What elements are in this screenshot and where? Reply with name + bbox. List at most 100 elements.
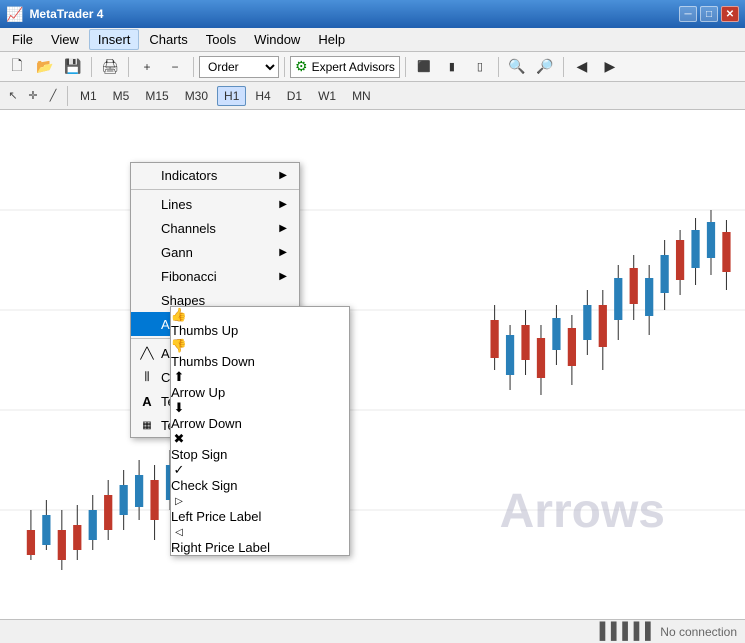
sep4 xyxy=(284,57,285,77)
tf-m15[interactable]: M15 xyxy=(138,86,175,106)
scroll-left-btn[interactable]: ◀ xyxy=(569,55,595,79)
zoom-chart-in[interactable]: 🔍 xyxy=(504,55,530,79)
gann-label: Gann xyxy=(161,245,193,260)
stop-sign-icon: ✖ xyxy=(171,431,187,447)
menu-lines[interactable]: Lines ▶ xyxy=(131,192,299,216)
app-icon: 📈 xyxy=(6,6,23,23)
gann-arrow: ▶ xyxy=(279,247,287,258)
left-price-icon: ▷ xyxy=(171,493,187,509)
text-icon: A xyxy=(139,393,155,409)
tf-w1[interactable]: W1 xyxy=(311,86,343,106)
tf-m30[interactable]: M30 xyxy=(178,86,215,106)
check-sign-icon: ✓ xyxy=(171,462,187,478)
submenu-arrow-down[interactable]: ⬇ Arrow Down xyxy=(171,400,349,431)
print-btn[interactable]: 🖨 xyxy=(97,55,123,79)
menu-channels[interactable]: Channels ▶ xyxy=(131,216,299,240)
submenu-check-sign[interactable]: ✓ Check Sign xyxy=(171,462,349,493)
menu-insert[interactable]: Insert xyxy=(89,29,140,50)
status-bar: ▌▌▌▌▌ No connection xyxy=(0,619,745,643)
indicators-label: Indicators xyxy=(161,168,217,183)
crosshair-tool[interactable]: ✛ xyxy=(24,87,42,105)
title-bar-controls[interactable]: ─ □ ✕ xyxy=(679,6,739,22)
fibonacci-icon xyxy=(139,268,155,284)
sep6 xyxy=(498,57,499,77)
cycle-lines-icon: ⫼ xyxy=(139,369,155,385)
sep5 xyxy=(405,57,406,77)
title-bar: 📈 MetaTrader 4 ─ □ ✕ xyxy=(0,0,745,28)
shapes-icon xyxy=(139,292,155,308)
maximize-button[interactable]: □ xyxy=(700,6,718,22)
lines-label: Lines xyxy=(161,197,192,212)
menu-help[interactable]: Help xyxy=(310,30,353,49)
menu-indicators[interactable]: Indicators ▶ xyxy=(131,163,299,187)
arrow-up-label: Arrow Up xyxy=(171,385,225,400)
pitchfork-icon: ╱╲ xyxy=(139,345,155,361)
arrow-tool[interactable]: ↖ xyxy=(4,87,22,105)
main-area: Arrows Indicators ▶ Lines ▶ Cha xyxy=(0,110,745,619)
submenu-right-price-label[interactable]: ◁ Right Price Label xyxy=(171,524,349,555)
app-title: MetaTrader 4 xyxy=(29,7,103,21)
zoom-out-btn[interactable]: − xyxy=(162,55,188,79)
chart-bar-btn[interactable]: ⬛ xyxy=(411,55,437,79)
sep7 xyxy=(563,57,564,77)
order-type[interactable]: Order xyxy=(199,56,279,78)
chart-candle-btn[interactable]: ▮ xyxy=(439,55,465,79)
new-btn[interactable]: 🗋 xyxy=(4,55,30,79)
text-label-icon: ▦ xyxy=(139,417,155,433)
no-connection: ▌▌▌▌▌ No connection xyxy=(600,623,737,641)
menu-file[interactable]: File xyxy=(4,30,41,49)
indicators-icon xyxy=(139,167,155,183)
thumbs-up-label: Thumbs Up xyxy=(171,323,238,338)
menu-charts[interactable]: Charts xyxy=(141,30,195,49)
close-button[interactable]: ✕ xyxy=(721,6,739,22)
ea-label: Expert Advisors xyxy=(312,60,395,74)
tf-m5[interactable]: M5 xyxy=(106,86,137,106)
bars-icon: ▌▌▌▌▌ xyxy=(600,623,657,641)
chart-line-btn[interactable]: ▯ xyxy=(467,55,493,79)
menu-bar: File View Insert Charts Tools Window Hel… xyxy=(0,28,745,52)
stop-sign-label: Stop Sign xyxy=(171,447,227,462)
menu-tools[interactable]: Tools xyxy=(198,30,244,49)
menu-gann[interactable]: Gann ▶ xyxy=(131,240,299,264)
channels-label: Channels xyxy=(161,221,216,236)
scroll-right-btn[interactable]: ▶ xyxy=(597,55,623,79)
open-btn[interactable]: 📂 xyxy=(32,55,58,79)
submenu-thumbs-up[interactable]: 👍 Thumbs Up xyxy=(171,307,349,338)
minimize-button[interactable]: ─ xyxy=(679,6,697,22)
menu-window[interactable]: Window xyxy=(246,30,308,49)
arrow-down-label: Arrow Down xyxy=(171,416,242,431)
tf-h4[interactable]: H4 xyxy=(248,86,277,106)
zoom-in-btn[interactable]: + xyxy=(134,55,160,79)
check-sign-label: Check Sign xyxy=(171,478,237,493)
submenu-left-price-label[interactable]: ▷ Left Price Label xyxy=(171,493,349,524)
menu-fibonacci[interactable]: Fibonacci ▶ xyxy=(131,264,299,288)
arrows-icon xyxy=(139,316,155,332)
channels-icon xyxy=(139,220,155,236)
main-toolbar: 🗋 📂 💾 🖨 + − Order ⚙ Expert Advisors ⬛ ▮ … xyxy=(0,52,745,82)
tf-d1[interactable]: D1 xyxy=(280,86,309,106)
lines-arrow: ▶ xyxy=(279,199,287,210)
timeframe-toolbar: ↖ ✛ ╱ M1 M5 M15 M30 H1 H4 D1 W1 MN xyxy=(0,82,745,110)
connection-status: No connection xyxy=(660,625,737,639)
fibonacci-label: Fibonacci xyxy=(161,269,217,284)
tf-h1[interactable]: H1 xyxy=(217,86,246,106)
menu-view[interactable]: View xyxy=(43,30,87,49)
gann-icon xyxy=(139,244,155,260)
submenu-thumbs-down[interactable]: 👎 Thumbs Down xyxy=(171,338,349,369)
zoom-chart-out[interactable]: 🔎 xyxy=(532,55,558,79)
line-tool[interactable]: ╱ xyxy=(44,87,62,105)
sep2 xyxy=(128,57,129,77)
right-price-icon: ◁ xyxy=(171,524,187,540)
arrow-down-icon: ⬇ xyxy=(171,400,187,416)
status-right: ▌▌▌▌▌ No connection xyxy=(600,623,737,641)
tf-m1[interactable]: M1 xyxy=(73,86,104,106)
tf-mn[interactable]: MN xyxy=(345,86,378,106)
save-btn[interactable]: 💾 xyxy=(60,55,86,79)
indicators-arrow: ▶ xyxy=(279,170,287,181)
fibonacci-arrow: ▶ xyxy=(279,271,287,282)
submenu-stop-sign[interactable]: ✖ Stop Sign xyxy=(171,431,349,462)
expert-advisors[interactable]: ⚙ Expert Advisors xyxy=(290,56,400,78)
sep8 xyxy=(67,86,68,106)
submenu-arrow-up[interactable]: ⬆ Arrow Up xyxy=(171,369,349,400)
sep-after-indicators xyxy=(131,189,299,190)
